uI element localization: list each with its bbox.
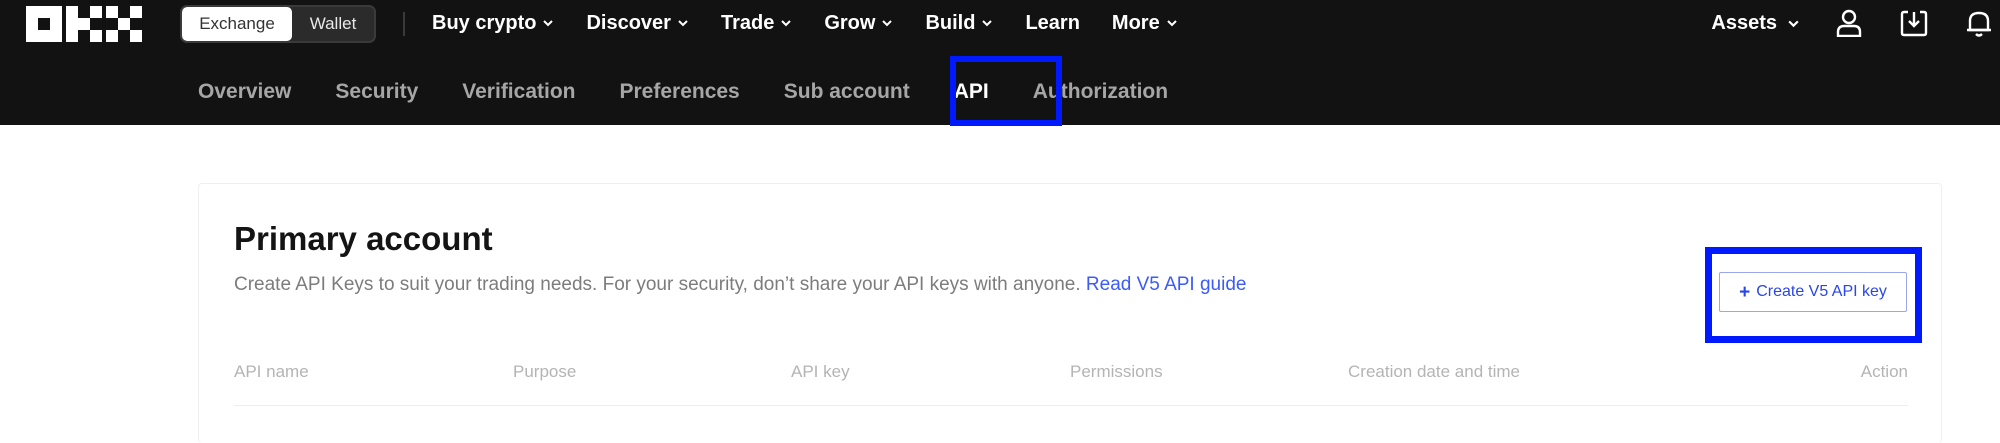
column-permissions: Permissions	[1070, 362, 1163, 381]
column-action: Action	[1860, 362, 1908, 381]
primary-account-card: Primary account Create API Keys to suit …	[198, 183, 1942, 443]
tab-api[interactable]: API	[954, 80, 989, 104]
header-right: Assets	[1711, 0, 2000, 46]
api-table-header: API name Purpose API key Permissions Cre…	[234, 362, 1908, 386]
nav-label: More	[1111, 11, 1160, 34]
chevron-down-icon	[543, 20, 554, 27]
chevron-down-icon	[678, 20, 688, 27]
nav-buy-crypto[interactable]: Buy crypto	[432, 12, 554, 35]
assets-menu[interactable]: Assets	[1711, 12, 1800, 35]
exchange-wallet-switch: Exchange Wallet	[180, 5, 376, 43]
okx-logo-mark	[26, 6, 142, 42]
exchange-option[interactable]: Exchange	[182, 7, 292, 41]
nav-trade[interactable]: Trade	[721, 12, 792, 35]
chevron-down-icon	[882, 20, 893, 27]
tab-security[interactable]: Security	[335, 80, 418, 104]
main-nav: Buy crypto Discover Trade Grow Build Lea…	[432, 0, 1210, 46]
nav-build[interactable]: Build	[925, 12, 993, 35]
column-api-name: API name	[234, 362, 309, 381]
tab-overview[interactable]: Overview	[198, 80, 291, 104]
top-navigation-bar: Exchange Wallet Buy crypto Discover Trad…	[0, 0, 2000, 126]
wallet-option[interactable]: Wallet	[292, 7, 374, 41]
nav-learn[interactable]: Learn	[1025, 12, 1079, 35]
tab-authorization[interactable]: Authorization	[1033, 80, 1168, 104]
download-icon[interactable]	[1900, 9, 1928, 37]
column-purpose: Purpose	[513, 362, 577, 381]
tab-sub-account[interactable]: Sub account	[784, 80, 910, 104]
nav-divider	[403, 12, 405, 36]
nav-label: Grow	[824, 11, 876, 34]
okx-logo[interactable]	[26, 6, 144, 42]
nav-grow[interactable]: Grow	[824, 12, 893, 35]
plus-icon: +	[1739, 281, 1751, 303]
table-header-divider	[234, 405, 1908, 406]
account-subnav: Overview Security Verification Preferenc…	[198, 72, 1212, 112]
chevron-down-icon	[1788, 20, 1799, 27]
description-text: Create API Keys to suit your trading nee…	[234, 274, 1081, 295]
card-title: Primary account	[234, 220, 493, 257]
api-guide-link[interactable]: Read V5 API guide	[1086, 274, 1247, 295]
nav-label: Build	[925, 11, 976, 34]
nav-more[interactable]: More	[1112, 12, 1178, 35]
user-icon[interactable]	[1836, 9, 1862, 37]
assets-label: Assets	[1711, 11, 1777, 34]
create-api-key-button[interactable]: + Create V5 API key	[1719, 272, 1907, 312]
card-description: Create API Keys to suit your trading nee…	[234, 274, 1246, 296]
column-creation-date: Creation date and time	[1348, 362, 1520, 381]
nav-discover[interactable]: Discover	[586, 12, 689, 35]
create-api-key-label: Create V5 API key	[1756, 283, 1887, 300]
nav-label: Buy crypto	[432, 11, 537, 34]
chevron-down-icon	[781, 20, 792, 27]
nav-label: Learn	[1025, 11, 1080, 34]
chevron-down-icon	[982, 20, 993, 27]
nav-label: Trade	[720, 11, 775, 34]
nav-label: Discover	[586, 11, 671, 34]
tab-preferences[interactable]: Preferences	[619, 80, 739, 104]
tab-verification[interactable]: Verification	[462, 80, 575, 104]
bell-icon[interactable]	[1966, 9, 1992, 37]
chevron-down-icon	[1167, 20, 1177, 27]
column-api-key: API key	[791, 362, 850, 381]
